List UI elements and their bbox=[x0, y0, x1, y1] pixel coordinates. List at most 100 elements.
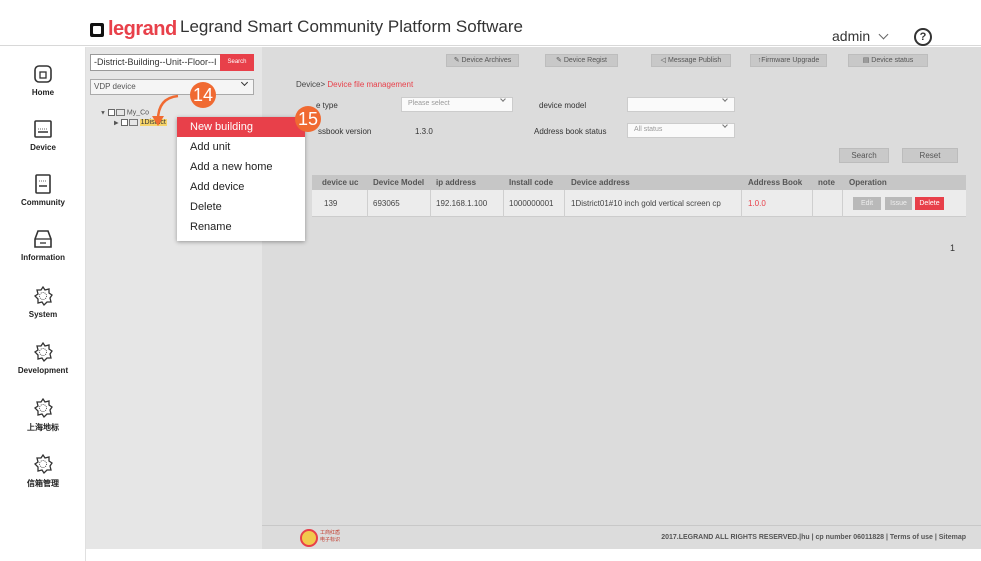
menu-item-add-home[interactable]: Add a new home bbox=[177, 157, 305, 177]
reset-button[interactable]: Reset bbox=[902, 148, 958, 163]
firmware-upgrade-label: Firmware Upgrade bbox=[761, 57, 820, 64]
device-regist-button[interactable]: ✎ Device Regist bbox=[545, 54, 618, 67]
gear-icon bbox=[33, 453, 53, 475]
checkbox[interactable] bbox=[107, 109, 115, 116]
device-type-filter[interactable]: Please select bbox=[401, 96, 513, 112]
column-divider bbox=[503, 190, 504, 217]
pagination-page[interactable]: 1 bbox=[950, 243, 955, 253]
column-header: Device Model bbox=[373, 178, 425, 187]
address-book-status-label: Address book status bbox=[534, 127, 607, 136]
bottom-strip bbox=[86, 549, 981, 561]
firmware-upgrade-button[interactable]: ↑Firmware Upgrade bbox=[750, 54, 827, 67]
nav-item-system[interactable]: System bbox=[0, 279, 86, 329]
column-divider bbox=[367, 190, 368, 217]
column-header: ip address bbox=[436, 178, 477, 187]
nav-item-mailbox[interactable]: 信箱管理 bbox=[0, 447, 86, 497]
address-book-status-filter[interactable]: All status bbox=[627, 122, 735, 138]
nav-label: Device bbox=[30, 143, 56, 152]
table-row: 139 693065 192.168.1.100 1000000001 1Dis… bbox=[312, 190, 966, 217]
gear-icon bbox=[33, 285, 53, 307]
column-header: device uc bbox=[322, 178, 359, 187]
device-icon bbox=[34, 120, 52, 138]
device-status-button[interactable]: ▤ Device status bbox=[848, 54, 928, 67]
nav-item-community[interactable]: Community bbox=[0, 167, 86, 217]
seal-line: 工商红盾 bbox=[320, 530, 341, 536]
footer-copyright: 2017.LEGRAND ALL RIGHTS RESERVED.|hu | c… bbox=[661, 534, 966, 541]
message-publish-button[interactable]: ◁ Message Publish bbox=[651, 54, 731, 67]
column-divider bbox=[842, 190, 843, 217]
device-type-select-value: VDP device bbox=[94, 82, 136, 91]
column-divider bbox=[741, 190, 742, 217]
nav-item-development[interactable]: Development bbox=[0, 335, 86, 385]
address-book-status-value: All status bbox=[634, 126, 663, 133]
side-nav: Home Device Community Information System… bbox=[0, 47, 86, 561]
footer: 工商红盾 电子标识 2017.LEGRAND ALL RIGHTS RESERV… bbox=[262, 525, 981, 549]
chevron-down-icon bbox=[500, 96, 506, 102]
menu-item-add-unit[interactable]: Add unit bbox=[177, 137, 305, 157]
nav-label: Information bbox=[21, 253, 65, 262]
device-regist-label: Device Regist bbox=[563, 57, 607, 64]
device-archives-label: Device Archives bbox=[461, 57, 512, 64]
header: legrand Legrand Smart Community Platform… bbox=[0, 0, 981, 46]
nav-item-information[interactable]: Information bbox=[0, 222, 86, 272]
context-menu: New building Add unit Add a new home Add… bbox=[177, 117, 305, 241]
gear-icon bbox=[33, 397, 53, 419]
chevron-down-icon bbox=[722, 96, 728, 102]
nav-item-device[interactable]: Device bbox=[0, 112, 86, 162]
chevron-down-icon bbox=[722, 122, 728, 128]
seal-text: 工商红盾 电子标识 bbox=[320, 530, 340, 544]
chevron-down-icon bbox=[878, 29, 889, 39]
cell-ip: 192.168.1.100 bbox=[436, 199, 488, 208]
device-model-label: device model bbox=[539, 101, 587, 110]
nav-label: 上海地标 bbox=[27, 423, 59, 432]
search-button[interactable]: Search bbox=[839, 148, 889, 163]
menu-item-delete[interactable]: Delete bbox=[177, 197, 305, 217]
step-callout-14: 14 bbox=[190, 82, 216, 108]
device-archives-button[interactable]: ✎ Device Archives bbox=[446, 54, 519, 67]
tree-search-button[interactable]: Search bbox=[220, 54, 254, 71]
breadcrumb-current: Device file management bbox=[327, 80, 414, 89]
nav-item-home[interactable]: Home bbox=[0, 57, 86, 107]
app-window: legrand Legrand Smart Community Platform… bbox=[0, 0, 981, 561]
nav-label: System bbox=[28, 310, 58, 319]
seal-line: 电子标识 bbox=[320, 537, 341, 543]
menu-item-rename[interactable]: Rename bbox=[177, 217, 305, 237]
legrand-logo: legrand bbox=[90, 18, 177, 41]
device-status-label: Device status bbox=[871, 57, 914, 64]
logo-mark-icon bbox=[90, 22, 104, 37]
column-header: Address Book bbox=[748, 178, 803, 187]
column-header: note bbox=[818, 178, 835, 187]
message-publish-label: Message Publish bbox=[668, 57, 722, 64]
expand-icon: ▼ bbox=[100, 110, 106, 117]
checkbox[interactable] bbox=[120, 119, 128, 126]
column-divider bbox=[430, 190, 431, 217]
app-title: Legrand Smart Community Platform Softwar… bbox=[180, 17, 523, 36]
chevron-down-icon bbox=[240, 78, 249, 87]
delete-button[interactable]: Delete bbox=[915, 197, 944, 210]
user-menu[interactable]: admin bbox=[832, 28, 889, 44]
column-divider bbox=[812, 190, 813, 217]
device-type-filter-value: Please select bbox=[408, 100, 450, 107]
menu-item-add-device[interactable]: Add device bbox=[177, 177, 305, 197]
device-model-filter[interactable] bbox=[627, 96, 735, 112]
menu-item-new-building[interactable]: New building bbox=[177, 117, 305, 137]
callout-arrow-icon bbox=[152, 94, 179, 126]
issue-button[interactable]: Issue bbox=[885, 197, 912, 210]
tree-node-root[interactable]: ▼ My_Co bbox=[100, 109, 149, 116]
nav-item-landmark[interactable]: 上海地标 bbox=[0, 391, 86, 441]
nav-label: Development bbox=[17, 366, 69, 375]
home-icon bbox=[34, 65, 52, 83]
addressbook-version-value: 1.3.0 bbox=[415, 127, 433, 136]
nav-label: 信箱管理 bbox=[27, 479, 59, 488]
folder-icon bbox=[128, 119, 138, 126]
tree-search-input[interactable]: -District-Building--Unit--Floor--I bbox=[90, 54, 228, 71]
column-header: Install code bbox=[509, 178, 554, 187]
breadcrumb-parent[interactable]: Device bbox=[296, 80, 320, 89]
device-type-label: e type bbox=[316, 101, 338, 110]
cell-install-code: 1000000001 bbox=[509, 199, 554, 208]
edit-button[interactable]: Edit bbox=[853, 197, 881, 210]
step-callout-15: 15 bbox=[295, 106, 321, 132]
cell-address: 1District01#10 inch gold vertical screen… bbox=[571, 199, 721, 208]
help-icon[interactable]: ? bbox=[914, 28, 932, 46]
user-name: admin bbox=[832, 28, 871, 44]
